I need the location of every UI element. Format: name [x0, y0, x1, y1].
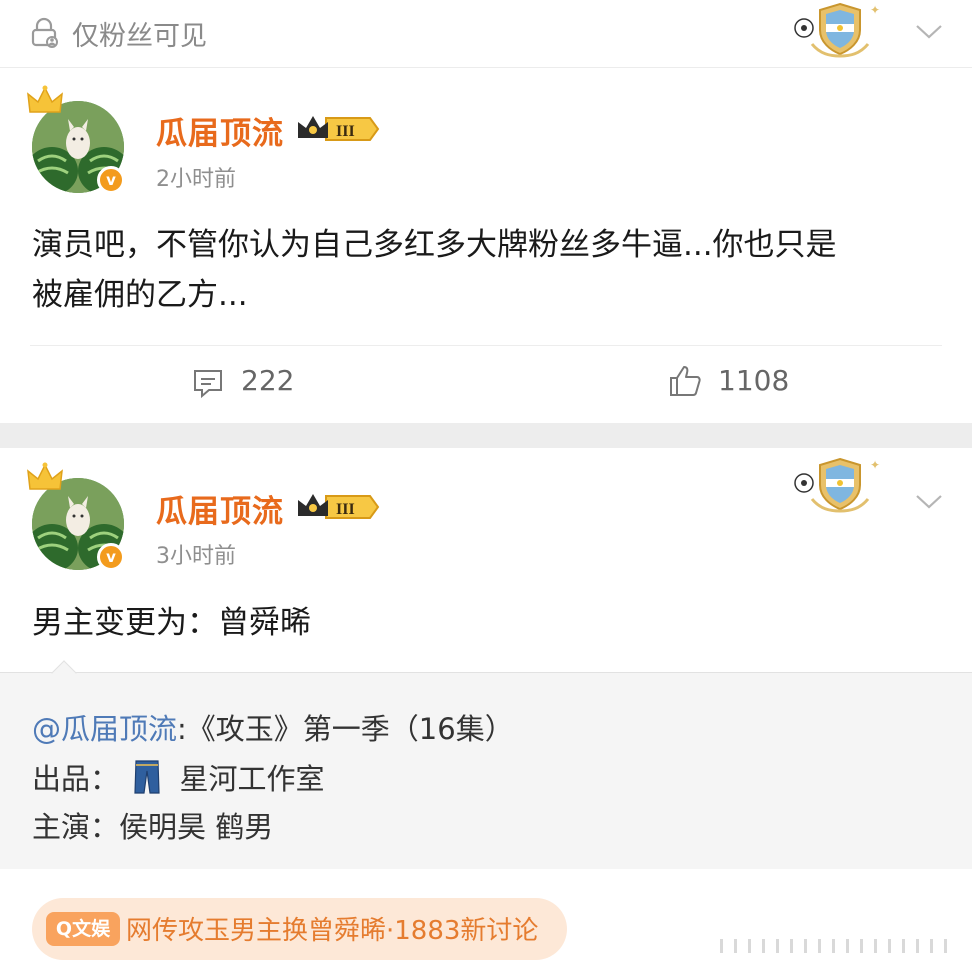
watermark [720, 939, 947, 953]
chevron-down-icon[interactable] [912, 14, 946, 48]
like-count[interactable]: 1108 [718, 364, 789, 397]
comment-icon[interactable] [191, 366, 225, 400]
producer-value: 星河工作室 [179, 762, 325, 796]
post-content: 男主变更为：曾舜晞 [32, 605, 311, 641]
visibility-label: 仅粉丝可见 [72, 21, 207, 52]
section-separator [0, 423, 972, 448]
verified-badge-icon: v [97, 543, 125, 571]
username[interactable]: 瓜届顶流 [156, 108, 284, 153]
post-content-line-1: 演员吧，不管你认为自己多红多大牌粉丝多牛逼...你也只是 [32, 227, 837, 263]
like-thumb-icon[interactable] [668, 364, 702, 398]
quote-line-2: 出品： 星河工作室 [32, 756, 324, 798]
svg-text:✦: ✦ [870, 3, 880, 17]
topic-tag: Q文娱 [46, 912, 120, 946]
chevron-down-icon[interactable] [912, 484, 946, 518]
divider [30, 345, 942, 346]
post-time: 3小时前 [156, 544, 236, 569]
verified-badge-icon: v [97, 166, 125, 194]
quote-line-1: @瓜届顶流:《攻玉》第一季（16集） [32, 706, 514, 748]
lock-icon [31, 17, 58, 48]
rank-badge-icon: III [298, 494, 380, 519]
rank-badge-icon: III [298, 116, 380, 141]
rank-badge-text: III [336, 501, 355, 518]
crown-icon [27, 462, 63, 490]
crown-icon [27, 85, 63, 113]
quote-line-3: 主演：侯明昊 鹤男 [32, 810, 274, 844]
football-fan-badge-icon: ✦ [794, 2, 880, 58]
football-fan-badge-icon: ✦ [794, 457, 880, 513]
jeans-icon [134, 760, 160, 794]
username[interactable]: 瓜届顶流 [156, 486, 284, 531]
producer-label: 出品： [32, 762, 120, 796]
svg-text:✦: ✦ [870, 458, 880, 472]
post-content-line-2: 被雇佣的乙方... [32, 277, 248, 313]
post-time: 2小时前 [156, 167, 236, 192]
topic-text[interactable]: 网传攻玉男主换曾舜晞·1883新讨论 [126, 910, 538, 947]
quote-title: :《攻玉》第一季（16集） [177, 712, 514, 746]
mention-link[interactable]: @瓜届顶流 [32, 712, 177, 746]
comment-count[interactable]: 222 [241, 364, 294, 397]
rank-badge-text: III [336, 123, 355, 140]
